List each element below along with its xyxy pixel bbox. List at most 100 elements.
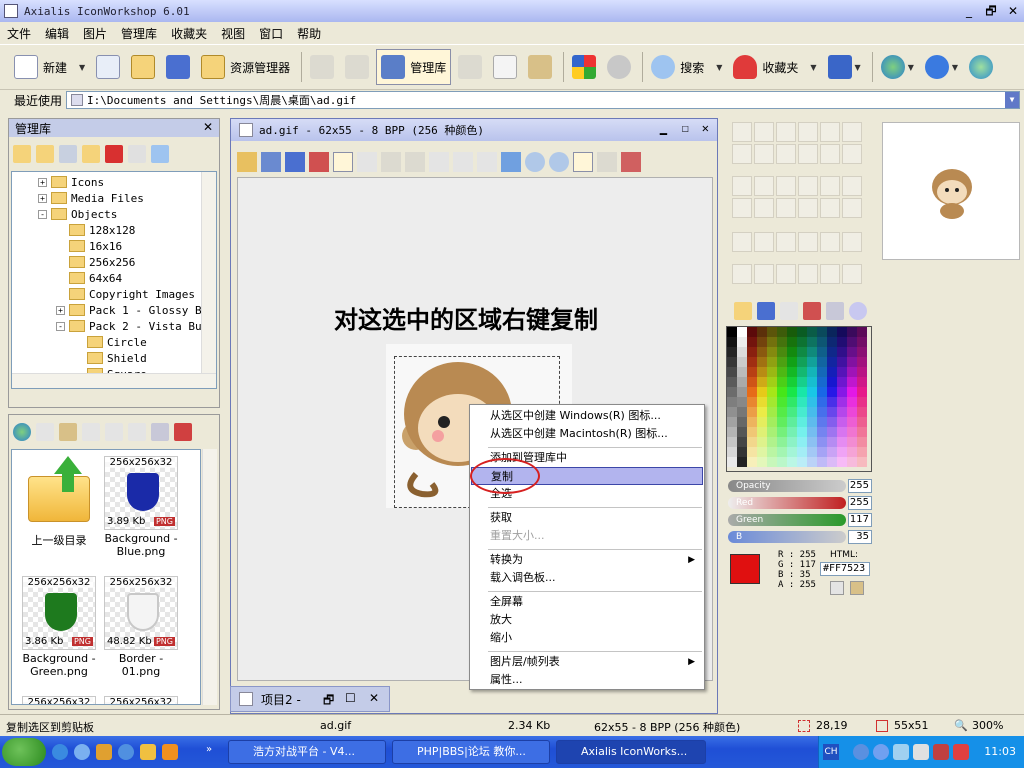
- palette-list-icon[interactable]: [826, 302, 844, 320]
- palette-swatch[interactable]: [757, 337, 767, 347]
- tree-item[interactable]: + Icons: [38, 174, 104, 190]
- maximize-button[interactable]: ☐: [682, 121, 689, 135]
- palette-swatch[interactable]: [817, 437, 827, 447]
- restore-button[interactable]: 🗗: [982, 3, 1000, 19]
- palette-swatch[interactable]: [847, 427, 857, 437]
- copy-button[interactable]: [489, 49, 521, 85]
- palette-swatch[interactable]: [797, 397, 807, 407]
- drawing-tool-button[interactable]: [798, 122, 818, 142]
- delete-palette-icon[interactable]: [803, 302, 821, 320]
- chevron-down-icon[interactable]: ▼: [855, 63, 861, 72]
- palette-swatch[interactable]: [857, 377, 867, 387]
- palette-swatch[interactable]: [817, 447, 827, 457]
- palette-swatch[interactable]: [737, 387, 747, 397]
- save-button[interactable]: [162, 49, 194, 85]
- palette-swatch[interactable]: [757, 437, 767, 447]
- tray-icon[interactable]: [893, 744, 909, 760]
- drawing-tool-button[interactable]: [820, 144, 840, 164]
- palette-swatch[interactable]: [737, 377, 747, 387]
- palette-swatch[interactable]: [777, 407, 787, 417]
- palette-swatch[interactable]: [857, 347, 867, 357]
- menu-favorites[interactable]: 收藏夹: [164, 25, 214, 42]
- palette-swatch[interactable]: [737, 447, 747, 457]
- play-icon[interactable]: [849, 302, 867, 320]
- palette-swatch[interactable]: [857, 327, 867, 337]
- palette-swatch[interactable]: [737, 407, 747, 417]
- color-palette[interactable]: [726, 326, 872, 472]
- palette-swatch[interactable]: [777, 337, 787, 347]
- palette-swatch[interactable]: [857, 357, 867, 367]
- brush-shape-button[interactable]: [732, 176, 752, 196]
- drawing-tool-button[interactable]: [842, 144, 862, 164]
- menu-help[interactable]: 帮助: [290, 25, 328, 42]
- palette-swatch[interactable]: [817, 397, 827, 407]
- palette-swatch[interactable]: [797, 357, 807, 367]
- blue-value[interactable]: 35: [848, 530, 872, 544]
- delete-icon[interactable]: [105, 145, 123, 163]
- palette-swatch[interactable]: [787, 387, 797, 397]
- palette-swatch[interactable]: [847, 377, 857, 387]
- palette-swatch[interactable]: [807, 427, 817, 437]
- palette-swatch[interactable]: [817, 417, 827, 427]
- palette-swatch[interactable]: [837, 447, 847, 457]
- palette-swatch[interactable]: [837, 367, 847, 377]
- taskbar-item-active[interactable]: Axialis IconWorks...: [556, 740, 706, 764]
- html-color-field[interactable]: #FF7523: [820, 562, 870, 576]
- drawing-tool-button[interactable]: [754, 144, 774, 164]
- help-button[interactable]: ▼: [921, 49, 962, 85]
- palette-swatch[interactable]: [827, 397, 837, 407]
- palette-swatch[interactable]: [787, 377, 797, 387]
- palette-swatch[interactable]: [757, 407, 767, 417]
- palette-swatch[interactable]: [787, 397, 797, 407]
- palette-swatch[interactable]: [837, 377, 847, 387]
- palette-swatch[interactable]: [787, 367, 797, 377]
- add-folder-icon[interactable]: [36, 145, 54, 163]
- palette-swatch[interactable]: [737, 437, 747, 447]
- palette-swatch[interactable]: [747, 437, 757, 447]
- parent-folder-item[interactable]: 上一级目录: [18, 456, 100, 548]
- effect-tool-button[interactable]: [732, 264, 752, 284]
- brush-shape-button[interactable]: [798, 198, 818, 218]
- minimize-button[interactable]: _: [960, 3, 978, 19]
- redo-button[interactable]: [341, 49, 373, 85]
- effect-tool-button[interactable]: [820, 264, 840, 284]
- brush-shape-button[interactable]: [776, 176, 796, 196]
- drawing-tool-button[interactable]: [776, 122, 796, 142]
- palette-swatch[interactable]: [767, 347, 777, 357]
- palette-swatch[interactable]: [747, 407, 757, 417]
- paste-color-icon[interactable]: [850, 581, 864, 595]
- select-tool-icon[interactable]: [333, 152, 353, 172]
- context-menu-item[interactable]: 从选区中创建 Macintosh(R) 图标...: [471, 425, 703, 443]
- effect-tool-button[interactable]: [842, 264, 862, 284]
- brush-shape-button[interactable]: [820, 198, 840, 218]
- fill-mode-button[interactable]: [798, 232, 818, 252]
- copy-icon[interactable]: [429, 152, 449, 172]
- menu-library[interactable]: 管理库: [114, 25, 164, 42]
- palette-swatch[interactable]: [757, 417, 767, 427]
- palette-swatch[interactable]: [837, 347, 847, 357]
- palette-swatch[interactable]: [757, 397, 767, 407]
- palette-swatch[interactable]: [827, 417, 837, 427]
- effect-tool-button[interactable]: [754, 264, 774, 284]
- palette-swatch[interactable]: [747, 427, 757, 437]
- palette-swatch[interactable]: [727, 387, 737, 397]
- open-palette-icon[interactable]: [734, 302, 752, 320]
- palette-swatch[interactable]: [807, 447, 817, 457]
- palette-swatch[interactable]: [757, 427, 767, 437]
- drawing-tool-button[interactable]: [820, 122, 840, 142]
- menu-edit[interactable]: 编辑: [38, 25, 76, 42]
- palette-swatch[interactable]: [747, 377, 757, 387]
- palette-swatch[interactable]: [857, 447, 867, 457]
- palette-swatch[interactable]: [797, 437, 807, 447]
- paste-button[interactable]: [524, 49, 556, 85]
- palette-swatch[interactable]: [807, 367, 817, 377]
- palette-swatch[interactable]: [807, 407, 817, 417]
- palette-swatch[interactable]: [727, 417, 737, 427]
- drawing-tool-button[interactable]: [732, 144, 752, 164]
- context-menu-item[interactable]: 载入调色板...: [471, 569, 703, 587]
- start-button[interactable]: [2, 738, 46, 766]
- palette-swatch[interactable]: [787, 337, 797, 347]
- tree-item[interactable]: 64x64: [56, 270, 122, 286]
- palette-swatch[interactable]: [727, 397, 737, 407]
- palette-swatch[interactable]: [797, 327, 807, 337]
